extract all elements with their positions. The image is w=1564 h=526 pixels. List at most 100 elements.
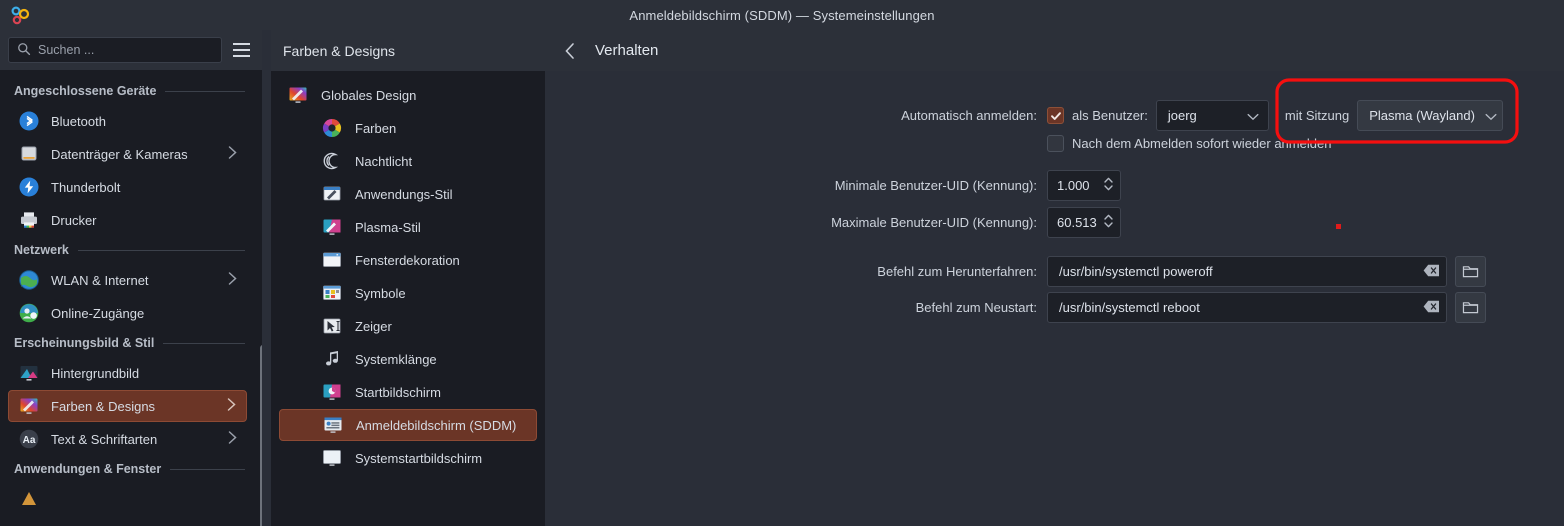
sidebar-scrollbar[interactable] [258,100,262,526]
subcategory-item-label: Plasma-Stil [355,219,421,235]
poweroff-browse-button[interactable] [1455,256,1486,287]
sidebar-item-label: Drucker [51,212,97,228]
spinbox-updown-icon[interactable] [1102,211,1115,235]
divider [170,468,245,470]
reboot-command-input[interactable]: /usr/bin/systemctl reboot [1047,292,1447,323]
printer-icon [18,209,40,231]
sidebar-item-label: Thunderbolt [51,179,121,195]
sidebar-item-datentraeger-kameras[interactable]: Datenträger & Kameras [8,138,247,170]
window-title: Anmeldebildschirm (SDDM) — Systemeinstel… [629,7,935,23]
autologin-checkbox[interactable] [1047,107,1064,124]
subcategory-item-anwendungs-stil[interactable]: Anwendungs-Stil [279,178,537,210]
subcategory-item-symbole[interactable]: Symbole [279,277,537,309]
sidebar-item-text-schriftarten[interactable]: Aa Text & Schriftarten [8,423,247,455]
partial-app-icon [18,488,40,510]
user-select[interactable]: joerg [1155,100,1269,131]
bluetooth-icon [18,110,40,132]
colors-themes-icon [18,395,40,417]
scrollbar-handle[interactable] [260,345,262,526]
subcategory-column: Farben & Designs Globales Design Farben … [271,30,545,526]
settings-form: Automatisch anmelden: als Benutzer: joer… [545,71,1564,526]
relogin-checkbox[interactable] [1047,135,1064,152]
subcategory-item-systemklaenge[interactable]: Systemklänge [279,343,537,375]
window-decoration-icon [321,249,343,271]
sidebar-item-label: Hintergrundbild [51,365,140,381]
main-content: Verhalten Automatisch anmelden: als Benu… [545,30,1564,526]
sidebar-group-label: Netzwerk [14,243,69,257]
search-input-placeholder: Suchen ... [38,43,95,57]
relogin-row: Nach dem Abmelden sofort wieder anmelden [545,135,1564,152]
night-light-icon [321,150,343,172]
min-uid-label: Minimale Benutzer-UID (Kennung): [834,178,1037,193]
clear-text-icon[interactable] [1423,298,1440,317]
sidebar-item-label: Farben & Designs [51,398,156,414]
user-select-value: joerg [1167,108,1197,123]
sidebar-item-label: Datenträger & Kameras [51,146,188,162]
sidebar-item-farben-designs[interactable]: Farben & Designs [8,390,247,422]
reboot-browse-button[interactable] [1455,292,1486,323]
chevron-down-icon [1247,106,1259,125]
sidebar-item-label: Online-Zugänge [51,305,145,321]
sidebar-item-partial-cutoff[interactable] [8,483,247,515]
subcategory-item-label: Symbole [355,285,406,301]
subcategory-list: Globales Design Farben Nachtlicht Anwend… [271,71,545,526]
reboot-command-value: /usr/bin/systemctl reboot [1059,300,1200,315]
subcategory-item-plasma-stil[interactable]: Plasma-Stil [279,211,537,243]
globe-network-icon [18,269,40,291]
sidebar-item-online-zugaenge[interactable]: Online-Zugänge [8,297,247,329]
max-uid-value: 60.513 [1057,215,1097,230]
subcategory-item-systemstartbildschirm[interactable]: Systemstartbildschirm [279,442,537,474]
subcategory-item-anmeldebildschirm-sddm[interactable]: Anmeldebildschirm (SDDM) [279,409,537,441]
subcategory-item-nachtlicht[interactable]: Nachtlicht [279,145,537,177]
max-uid-spinbox[interactable]: 60.513 [1047,207,1121,238]
min-uid-value: 1.000 [1057,178,1090,193]
subcategory-item-fensterdekoration[interactable]: Fensterdekoration [279,244,537,276]
chevron-down-icon [1485,106,1497,125]
fonts-aa-icon: Aa [18,428,40,450]
poweroff-command-input[interactable]: /usr/bin/systemctl poweroff [1047,256,1447,287]
max-uid-row: Maximale Benutzer-UID (Kennung): 60.513 [545,207,1564,238]
hamburger-menu-icon[interactable] [228,37,254,63]
sidebar-nav-list: Angeschlossene Geräte Bluetooth Datenträ… [0,70,255,526]
sidebar-item-thunderbolt[interactable]: Thunderbolt [8,171,247,203]
subcategory-item-zeiger[interactable]: Zeiger [279,310,537,342]
settings-gears-icon [8,4,32,28]
sidebar-item-hintergrundbild[interactable]: Hintergrundbild [8,357,247,389]
subcategory-item-globales-design[interactable]: Globales Design [279,79,537,111]
search-input[interactable]: Suchen ... [8,37,222,63]
subcategory-item-label: Systemklänge [355,351,437,367]
clear-text-icon[interactable] [1423,262,1440,281]
sidebar-group-label: Erscheinungsbild & Stil [14,336,155,350]
divider [165,90,245,92]
subcategory-item-farben[interactable]: Farben [279,112,537,144]
divider [163,342,245,344]
subcategory-item-label: Nachtlicht [355,153,413,169]
min-uid-spinbox[interactable]: 1.000 [1047,170,1121,201]
sidebar-item-label: WLAN & Internet [51,272,149,288]
sidebar-item-wlan-internet[interactable]: WLAN & Internet [8,264,247,296]
chevron-left-icon[interactable] [559,40,581,62]
color-wheel-icon [321,117,343,139]
subcategory-item-label: Globales Design [321,87,417,103]
sidebar-group-header: Netzwerk [0,237,255,263]
svg-text:Aa: Aa [23,435,36,446]
sidebar-item-bluetooth[interactable]: Bluetooth [8,105,247,137]
spinbox-updown-icon[interactable] [1102,174,1115,198]
subcategory-item-label: Fensterdekoration [355,252,460,268]
page-title: Verhalten [595,42,659,59]
main-header: Verhalten [545,30,1564,71]
thunderbolt-icon [18,176,40,198]
sidebar-item-drucker[interactable]: Drucker [8,204,247,236]
autologin-label: Automatisch anmelden: [901,108,1037,123]
subcategory-item-startbildschirm[interactable]: Startbildschirm [279,376,537,408]
wallpaper-icon [18,362,40,384]
sidebar: Suchen ... Angeschlossene Geräte Bluetoo… [0,30,262,526]
sidebar-item-label: Bluetooth [51,113,106,129]
divider [77,249,245,251]
poweroff-command-label: Befehl zum Herunterfahren: [877,264,1037,279]
music-note-icon [321,348,343,370]
application-style-icon [321,183,343,205]
window-titlebar: Anmeldebildschirm (SDDM) — Systemeinstel… [0,0,1564,30]
session-select[interactable]: Plasma (Wayland) [1357,100,1504,131]
splash-screen-icon [321,381,343,403]
